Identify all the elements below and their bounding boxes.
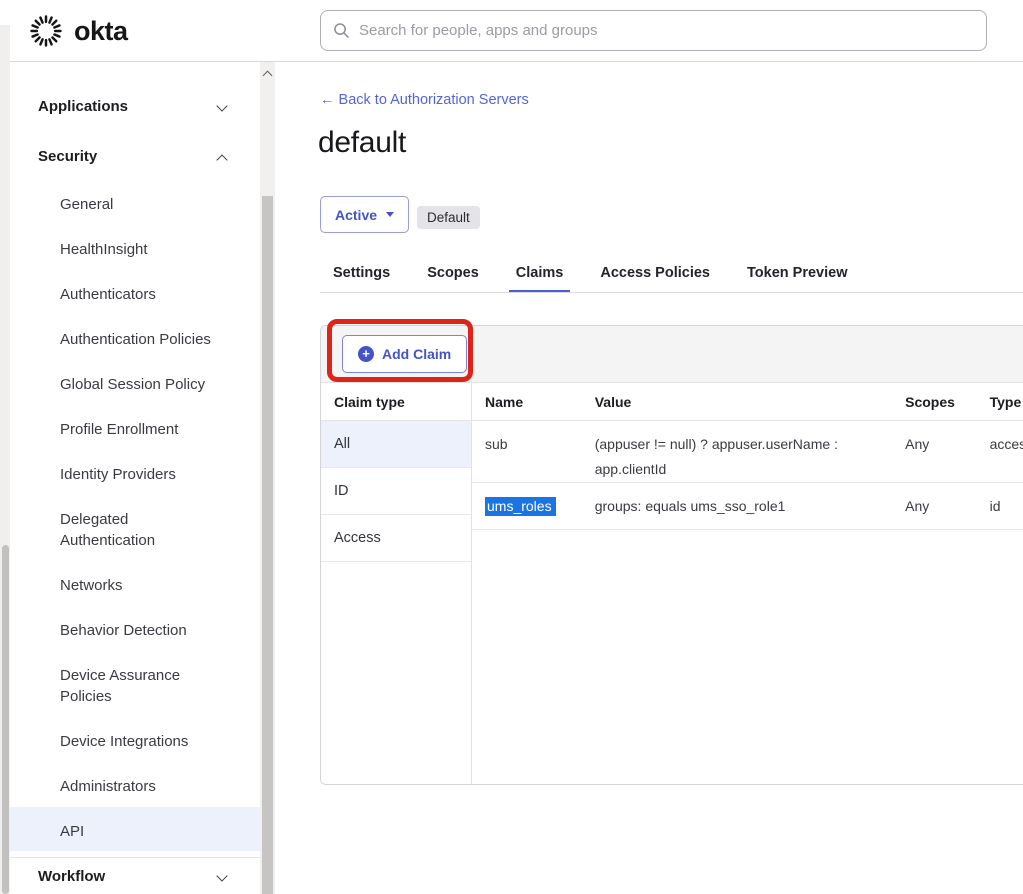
claim-type: access [990, 432, 1023, 482]
chevron-down-icon [216, 870, 227, 881]
global-search[interactable] [320, 10, 987, 51]
caret-down-icon [386, 212, 394, 217]
sidebar-divider [10, 857, 260, 858]
sidebar-item-networks[interactable]: Networks [60, 575, 123, 596]
claim-type-id[interactable]: ID [321, 468, 471, 515]
scroll-up-arrow-icon[interactable] [263, 71, 273, 81]
sidebar-item-identity-providers[interactable]: Identity Providers [60, 464, 176, 485]
chevron-up-icon [216, 154, 227, 165]
okta-sunburst-icon [28, 13, 64, 49]
claim-scopes: Any [905, 494, 989, 529]
status-dropdown-button[interactable]: Active [320, 196, 409, 233]
claim-scopes: Any [905, 432, 989, 482]
table-row[interactable]: sub (appuser != null) ? appuser.userName… [472, 421, 1023, 483]
sidebar-nav: Customizations Applications Security Gen… [10, 62, 260, 894]
claim-type-all[interactable]: All [321, 421, 471, 468]
add-claim-button[interactable]: Add Claim [342, 335, 467, 373]
claim-type: id [990, 494, 1023, 529]
sidebar-item-global-session-policy[interactable]: Global Session Policy [60, 374, 205, 395]
claims-toolbar: Add Claim [321, 326, 1023, 383]
search-icon [333, 22, 350, 39]
okta-wordmark: okta [74, 16, 128, 47]
okta-logo[interactable]: okta [28, 13, 128, 49]
sidebar-section-security[interactable]: Security [38, 148, 248, 165]
top-bar: okta [0, 0, 1023, 62]
claim-name[interactable]: sub [472, 432, 595, 482]
back-to-authorization-servers-link[interactable]: ← Back to Authorization Servers [320, 92, 529, 108]
tab-bar: Settings Scopes Claims Access Policies T… [326, 262, 877, 293]
page-scrollbar-thumb[interactable] [2, 545, 9, 894]
default-badge: Default [417, 206, 480, 229]
claim-value: groups: equals ums_sso_role1 [595, 494, 905, 529]
sidebar-section-workflow[interactable]: Workflow [38, 868, 248, 885]
sidebar-active-highlight [10, 807, 260, 851]
claims-panel: Add Claim Claim type All ID Access Name … [320, 325, 1023, 785]
plus-circle-icon [358, 346, 374, 362]
sidebar-section-applications[interactable]: Applications [38, 98, 248, 115]
sidebar-item-healthinsight[interactable]: HealthInsight [60, 239, 148, 260]
page-scrollbar[interactable] [0, 25, 10, 894]
add-claim-label: Add Claim [382, 346, 451, 362]
chevron-down-icon [216, 100, 227, 111]
col-header-scopes: Scopes [905, 394, 989, 410]
claim-name[interactable]: ums_roles [472, 494, 595, 529]
col-header-name: Name [472, 394, 595, 410]
sidebar-item-authenticators[interactable]: Authenticators [60, 284, 156, 305]
search-input[interactable] [359, 22, 974, 39]
tab-token-preview[interactable]: Token Preview [740, 262, 854, 293]
col-header-type: Type [990, 394, 1023, 410]
table-row[interactable]: ums_roles groups: equals ums_sso_role1 A… [472, 483, 1023, 530]
sidebar-scrollbar[interactable] [260, 62, 275, 894]
claim-type-access[interactable]: Access [321, 515, 471, 562]
sidebar-item-authentication-policies[interactable]: Authentication Policies [60, 329, 211, 350]
sidebar-item-delegated-authentication[interactable]: Delegated Authentication [60, 509, 195, 551]
status-label: Active [335, 207, 377, 223]
claims-table: Name Value Scopes Type sub (appuser != n… [472, 383, 1023, 784]
page-title: default [318, 126, 406, 160]
tab-settings[interactable]: Settings [326, 262, 397, 293]
tab-claims[interactable]: Claims [509, 262, 571, 293]
tab-bar-divider [320, 292, 1023, 293]
claim-value: (appuser != null) ? appuser.userName : a… [595, 432, 905, 482]
col-header-value: Value [595, 394, 905, 410]
claim-type-column: Claim type All ID Access [321, 383, 472, 784]
tab-access-policies[interactable]: Access Policies [593, 262, 717, 293]
sidebar-item-device-assurance-policies[interactable]: Device Assurance Policies [60, 665, 195, 707]
sidebar-item-api[interactable]: API [60, 821, 84, 842]
claims-table-header: Name Value Scopes Type [472, 383, 1023, 421]
sidebar-item-behavior-detection[interactable]: Behavior Detection [60, 620, 187, 641]
sidebar-item-administrators[interactable]: Administrators [60, 776, 156, 797]
sidebar-scrollbar-thumb[interactable] [262, 196, 273, 894]
sidebar-item-device-integrations[interactable]: Device Integrations [60, 731, 188, 752]
sidebar-item-general[interactable]: General [60, 194, 113, 215]
tab-scopes[interactable]: Scopes [420, 262, 486, 293]
sidebar-item-customizations[interactable]: Customizations [38, 62, 150, 66]
selected-claim-name[interactable]: ums_roles [485, 497, 556, 516]
sidebar-item-profile-enrollment[interactable]: Profile Enrollment [60, 419, 178, 440]
claim-type-header: Claim type [321, 383, 471, 421]
